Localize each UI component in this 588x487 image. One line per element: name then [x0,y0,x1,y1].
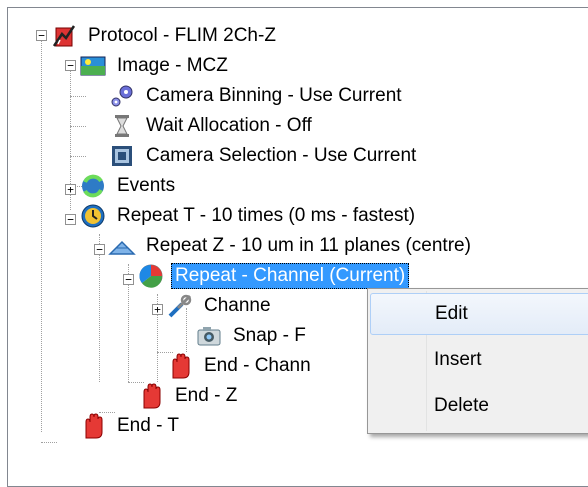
tree-node-events[interactable]: Events [79,171,179,201]
z-stack-icon [108,232,136,260]
node-label: Camera Binning - Use Current [146,85,402,106]
context-menu: Edit Insert Delete [367,288,588,434]
gear-icon [108,82,136,110]
tree-node-repeat-t[interactable]: Repeat T - 10 times (0 ms - fastest) [79,201,419,231]
tree-node-end-t[interactable]: End - T [79,411,183,441]
tree-line [70,126,86,127]
tools-icon [166,292,194,320]
image-icon [79,52,107,80]
camera-selection-icon [108,142,136,170]
expand-toggle[interactable]: + [152,304,163,315]
node-label: Events [117,175,176,196]
tree-line [70,96,86,97]
protocol-icon [50,22,78,50]
stop-hand-icon [166,352,194,380]
collapse-toggle[interactable]: − [65,214,76,225]
menu-item-edit[interactable]: Edit [370,293,588,335]
menu-item-insert[interactable]: Insert [370,339,588,381]
stop-hand-icon [137,382,165,410]
node-label: End - Z [175,385,238,406]
node-label: Repeat T - 10 times (0 ms - fastest) [117,205,416,226]
tree-node-end-channel[interactable]: End - Chann [166,351,315,381]
tree-node-repeat-z[interactable]: Repeat Z - 10 um in 11 planes (centre) [108,231,475,261]
node-label: End - Chann [204,355,311,376]
node-label: Repeat Z - 10 um in 11 planes (centre) [146,235,471,256]
snap-camera-icon [195,322,223,350]
tree-node-repeat-channel[interactable]: Repeat - Channel (Current) [137,261,410,291]
events-icon [79,172,107,200]
tree-node-channel-settings[interactable]: Channe [166,291,275,321]
stop-hand-icon [79,412,107,440]
menu-item-label: Delete [434,395,489,416]
node-label: Snap - F [233,325,306,346]
node-label: Camera Selection - Use Current [146,145,417,166]
tree-line [41,40,42,432]
menu-item-label: Edit [435,303,468,324]
tree-node-image[interactable]: Image - MCZ [79,51,232,81]
node-label: Channe [204,295,271,316]
channel-icon [137,262,165,290]
node-label: End - T [117,415,179,436]
menu-item-delete[interactable]: Delete [370,385,588,427]
node-label: Protocol - FLIM 2Ch-Z [88,25,276,46]
node-label: Wait Allocation - Off [146,115,312,136]
tree-line [70,156,86,157]
hourglass-icon [108,112,136,140]
tree-node-snap[interactable]: Snap - F [195,321,310,351]
clock-icon [79,202,107,230]
node-label: Image - MCZ [117,55,228,76]
tree-line [41,442,57,443]
tree-node-protocol[interactable]: Protocol - FLIM 2Ch-Z [50,21,280,51]
expand-toggle[interactable]: + [65,184,76,195]
node-label: Repeat - Channel (Current) [171,263,410,289]
tree-node-camera-selection[interactable]: Camera Selection - Use Current [108,141,420,171]
tree-node-wait-allocation[interactable]: Wait Allocation - Off [108,111,316,141]
collapse-toggle[interactable]: − [94,244,105,255]
tree-node-end-z[interactable]: End - Z [137,381,241,411]
tree-line [99,234,100,382]
collapse-toggle[interactable]: − [123,274,134,285]
collapse-toggle[interactable]: − [65,60,76,71]
tree-node-camera-binning[interactable]: Camera Binning - Use Current [108,81,406,111]
menu-item-label: Insert [434,349,482,370]
collapse-toggle[interactable]: − [36,30,47,41]
